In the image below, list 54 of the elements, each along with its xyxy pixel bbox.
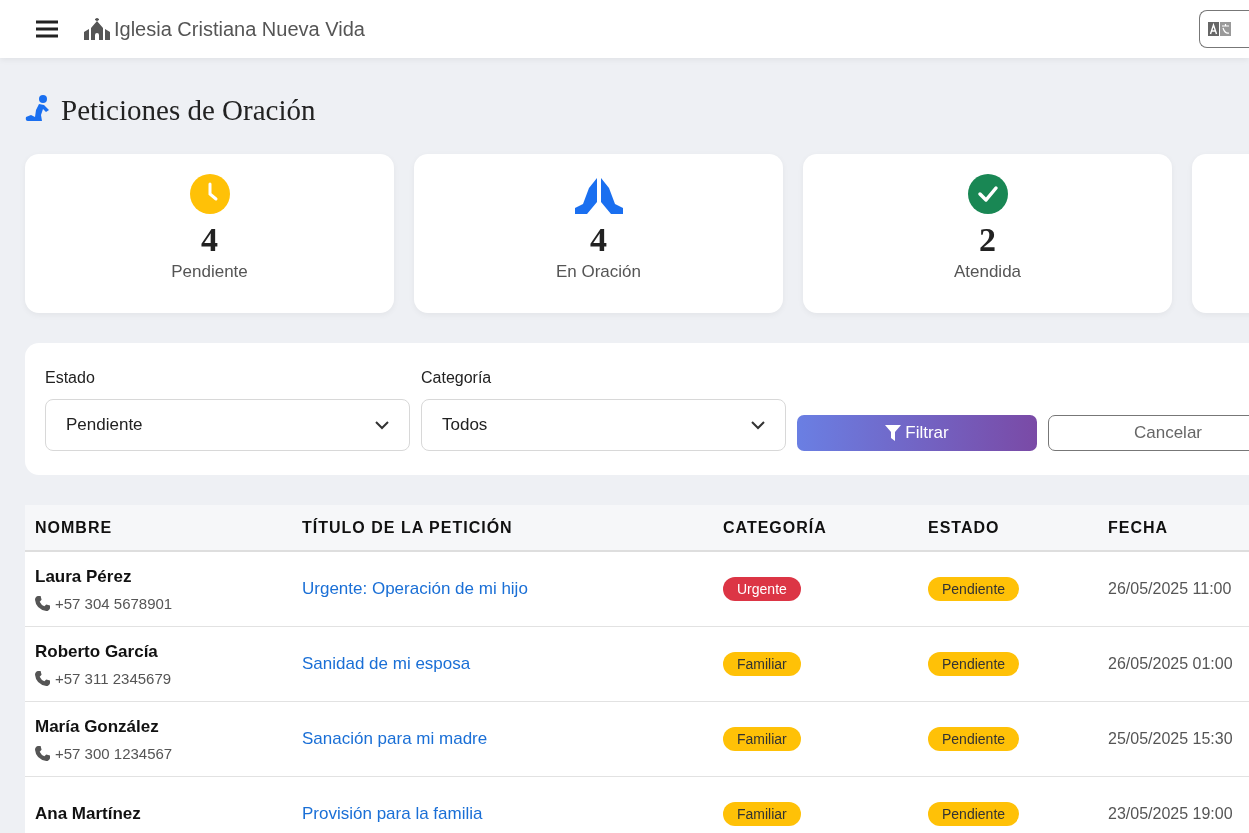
category-badge: Familiar bbox=[723, 727, 801, 751]
category-badge: Familiar bbox=[723, 802, 801, 826]
menu-icon[interactable] bbox=[36, 20, 58, 38]
person-name: Laura Pérez bbox=[35, 566, 133, 587]
phone-icon bbox=[35, 745, 50, 761]
phone-icon bbox=[35, 670, 50, 686]
field-label: Categoría bbox=[421, 369, 493, 387]
stat-label: Atendida bbox=[953, 262, 1022, 282]
phone-number: +57 300 1234567 bbox=[55, 744, 173, 762]
request-title-link[interactable]: Provisión para la familia bbox=[302, 804, 483, 823]
status-badge: Pendiente bbox=[928, 577, 1020, 601]
church-icon bbox=[84, 18, 110, 40]
column-header: TÍTULO DE LA PETICIÓN bbox=[292, 505, 713, 551]
filter-icon bbox=[885, 425, 902, 441]
person-name: Ana Martínez bbox=[35, 804, 142, 824]
stat-label: En Oración bbox=[555, 262, 641, 282]
category-badge: Familiar bbox=[723, 652, 801, 676]
clock-icon bbox=[189, 174, 230, 214]
phone-icon bbox=[35, 595, 50, 611]
request-title-link[interactable]: Urgente: Operación de mi hijo bbox=[302, 579, 528, 598]
person-name: Roberto García bbox=[35, 641, 159, 662]
category-badge: Urgente bbox=[723, 577, 801, 601]
stat-value: 2 bbox=[979, 220, 996, 260]
column-header: ESTADO bbox=[918, 505, 1098, 551]
phone-number: +57 311 2345679 bbox=[55, 669, 172, 687]
person-name: María González bbox=[35, 716, 160, 737]
date-text: 25/05/2025 15:30 bbox=[1108, 730, 1233, 747]
column-header: NOMBRE bbox=[25, 505, 292, 551]
column-header: CATEGORÍA bbox=[713, 505, 918, 551]
language-icon bbox=[1207, 22, 1232, 36]
date-text: 26/05/2025 01:00 bbox=[1108, 655, 1233, 672]
chevron-down-icon bbox=[751, 420, 765, 430]
site-title: Iglesia Cristiana Nueva Vida bbox=[114, 17, 365, 41]
stat-label: Pendiente bbox=[171, 262, 248, 282]
date-text: 23/05/2025 19:00 bbox=[1108, 805, 1233, 822]
status-badge: Pendiente bbox=[928, 652, 1020, 676]
check-icon bbox=[967, 174, 1008, 214]
status-badge: Pendiente bbox=[928, 727, 1020, 751]
request-title-link[interactable]: Sanación para mi madre bbox=[302, 729, 488, 748]
column-header: FECHA bbox=[1098, 505, 1249, 551]
field-label: Estado bbox=[45, 369, 96, 387]
stat-value: 4 bbox=[201, 220, 218, 260]
select-field[interactable]: Pendiente bbox=[45, 399, 410, 451]
phone-number: +57 304 5678901 bbox=[55, 594, 173, 612]
cancel-button[interactable]: Cancelar bbox=[1048, 415, 1249, 451]
page-title: Peticiones de Oración bbox=[61, 93, 316, 127]
language-button[interactable] bbox=[1199, 10, 1249, 48]
date-text: 26/05/2025 11:00 bbox=[1108, 580, 1232, 597]
chevron-down-icon bbox=[375, 420, 389, 430]
select-field[interactable]: Todos bbox=[421, 399, 786, 451]
stat-value: 4 bbox=[590, 220, 607, 260]
filter-button[interactable]: Filtrar bbox=[797, 415, 1037, 451]
request-title-link[interactable]: Sanidad de mi esposa bbox=[302, 654, 471, 673]
status-badge: Pendiente bbox=[928, 802, 1020, 826]
